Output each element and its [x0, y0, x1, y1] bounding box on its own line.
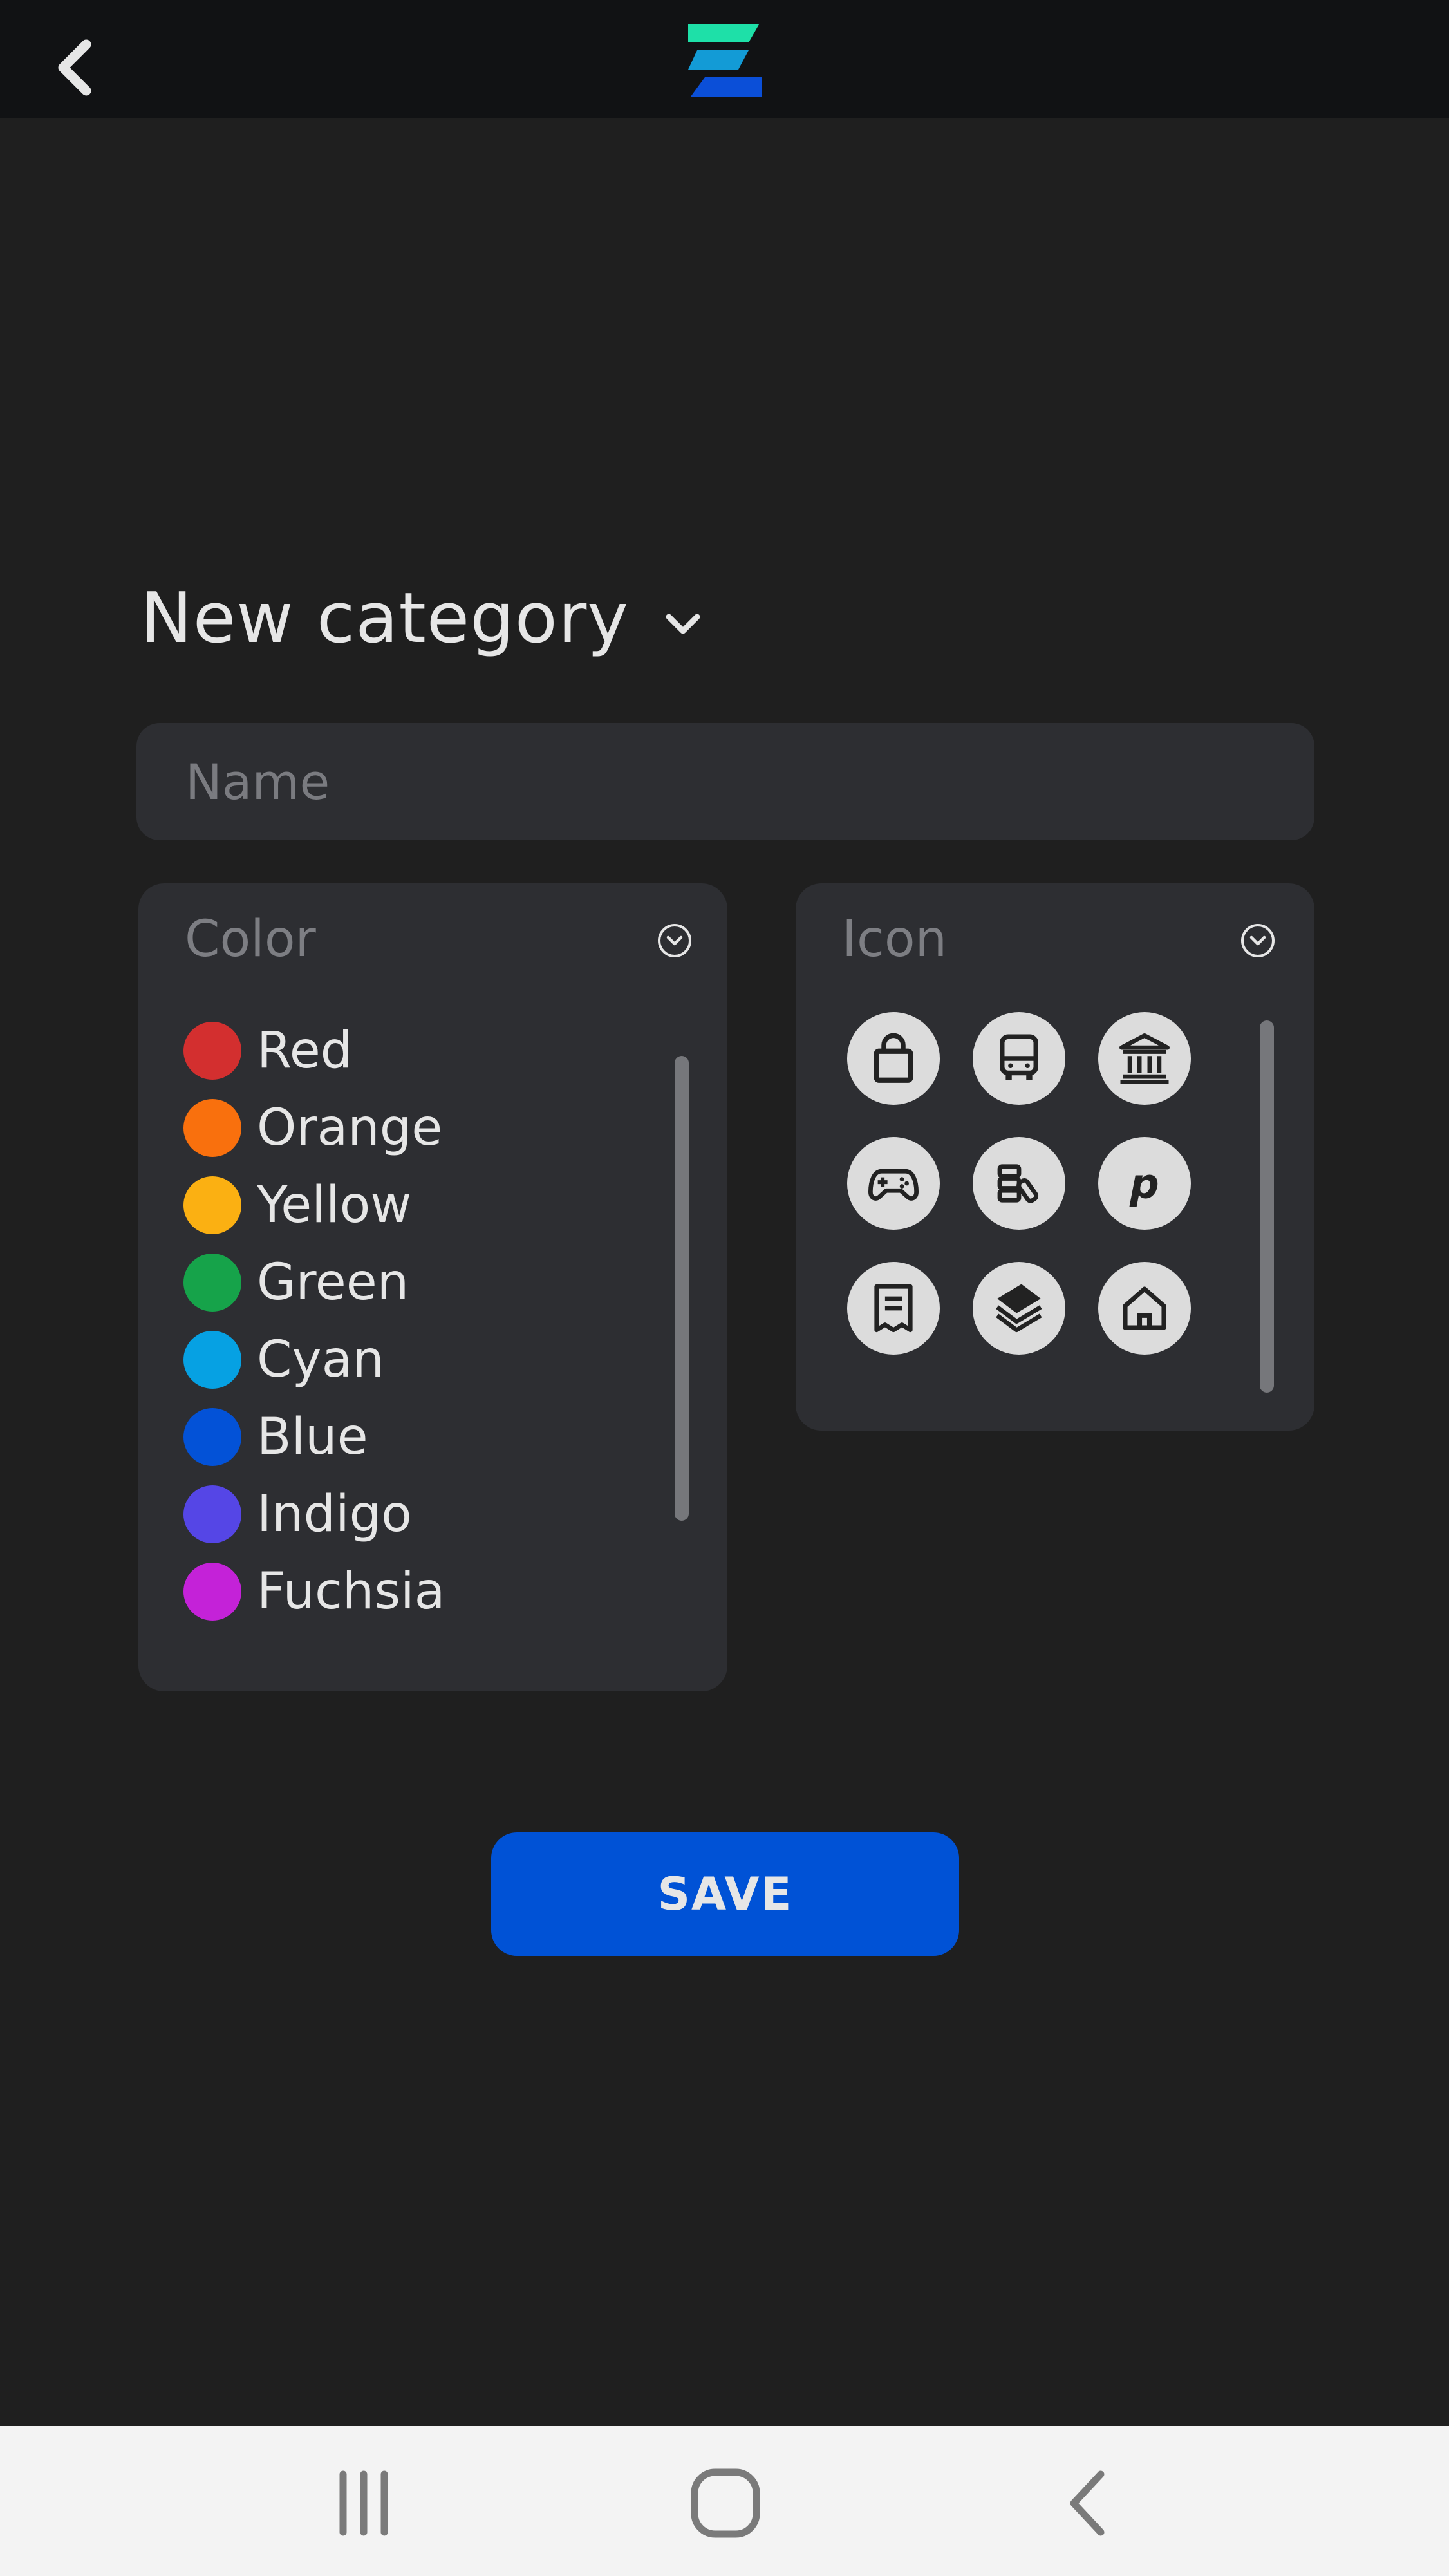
page-title: New category — [140, 578, 630, 659]
color-swatch — [183, 1176, 241, 1234]
home-icon — [1123, 1286, 1166, 1330]
bus-icon — [1000, 1034, 1038, 1080]
color-option-label: Cyan — [257, 1331, 384, 1389]
color-swatch — [183, 1485, 241, 1543]
chevron-left-icon — [58, 39, 91, 96]
recents-icon — [339, 2470, 388, 2536]
icon-grid-scrollbar[interactable] — [1260, 1020, 1274, 1393]
color-option-red[interactable]: Red — [183, 1012, 445, 1089]
color-list-scrollbar[interactable] — [675, 1056, 689, 1521]
back-button[interactable] — [45, 32, 103, 103]
home-button-icon — [691, 2468, 760, 2538]
top-app-bar — [0, 0, 1449, 118]
back-icon — [1070, 2470, 1105, 2536]
color-option-yellow[interactable]: Yellow — [183, 1167, 445, 1244]
color-option-label: Yellow — [257, 1176, 412, 1234]
icon-option-parking[interactable]: p — [1098, 1137, 1191, 1230]
color-option-label: Indigo — [257, 1485, 412, 1543]
chevron-down-circle-icon[interactable] — [657, 923, 693, 959]
system-back-button[interactable] — [1036, 2465, 1139, 2542]
recents-button[interactable] — [312, 2465, 415, 2542]
bank-icon — [1119, 1033, 1170, 1084]
color-swatch — [183, 1022, 241, 1080]
gamepad-icon — [868, 1169, 919, 1201]
color-option-green[interactable]: Green — [183, 1244, 445, 1321]
color-swatch — [183, 1408, 241, 1466]
icon-option-coins[interactable] — [973, 1137, 1065, 1230]
save-button[interactable]: SAVE — [491, 1832, 959, 1956]
svg-text:p: p — [1129, 1161, 1159, 1208]
system-nav-bar — [0, 2426, 1449, 2576]
color-swatch — [183, 1254, 241, 1312]
color-option-label: Orange — [257, 1099, 443, 1157]
icon-option-bank[interactable] — [1098, 1012, 1191, 1105]
category-title-dropdown[interactable]: New category — [140, 573, 702, 663]
receipt-icon — [874, 1284, 913, 1333]
color-list: Red Orange Yellow Green Cyan Blue Indigo — [183, 1012, 445, 1630]
icon-option-gamepad[interactable] — [847, 1137, 940, 1230]
color-swatch — [183, 1563, 241, 1621]
icon-panel-label: Icon — [842, 910, 948, 968]
app-logo-icon — [688, 24, 762, 97]
color-option-orange[interactable]: Orange — [183, 1089, 445, 1167]
color-option-label: Fuchsia — [257, 1563, 445, 1621]
name-input[interactable] — [136, 723, 1314, 840]
color-swatch — [183, 1099, 241, 1157]
home-button[interactable] — [674, 2465, 777, 2542]
color-option-cyan[interactable]: Cyan — [183, 1321, 445, 1398]
color-swatch — [183, 1331, 241, 1389]
icon-option-home[interactable] — [1098, 1262, 1191, 1355]
color-option-fuchsia[interactable]: Fuchsia — [183, 1553, 445, 1630]
chevron-down-circle-icon[interactable] — [1240, 923, 1276, 959]
color-option-label: Green — [257, 1254, 409, 1312]
color-panel: Color Red Orange Yellow Green Cyan Blue — [138, 883, 727, 1691]
parking-icon: p — [1129, 1161, 1159, 1208]
icon-option-bus[interactable] — [973, 1012, 1065, 1105]
color-option-label: Red — [257, 1022, 353, 1080]
coins-icon — [997, 1164, 1039, 1203]
layers-icon — [996, 1284, 1042, 1333]
icon-option-receipt[interactable] — [847, 1262, 940, 1355]
icon-grid: p — [847, 1012, 1191, 1355]
color-option-indigo[interactable]: Indigo — [183, 1476, 445, 1553]
chevron-down-icon — [666, 614, 700, 634]
icon-option-shopping-bag[interactable] — [847, 1012, 940, 1105]
shopping-bag-icon — [874, 1033, 913, 1083]
color-option-label: Blue — [257, 1408, 368, 1466]
color-option-blue[interactable]: Blue — [183, 1398, 445, 1476]
color-panel-label: Color — [185, 910, 316, 968]
icon-option-layers[interactable] — [973, 1262, 1065, 1355]
icon-panel: Icon p — [796, 883, 1314, 1431]
